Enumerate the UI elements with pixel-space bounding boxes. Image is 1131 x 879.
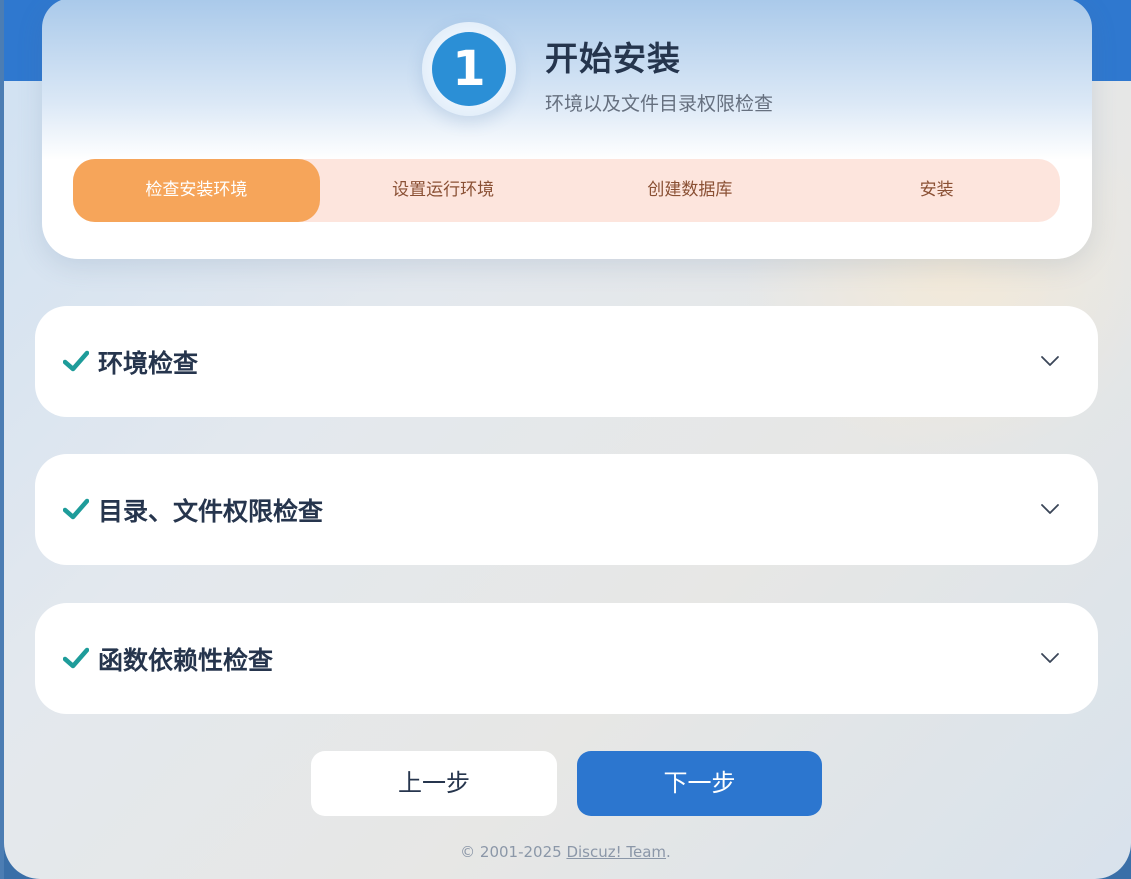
- discuz-team-link[interactable]: Discuz! Team: [566, 843, 666, 861]
- step-check-environment[interactable]: 检查安装环境: [73, 159, 320, 222]
- chevron-down-icon[interactable]: [1040, 499, 1060, 519]
- panel-directory-permission-check[interactable]: 目录、文件权限检查: [35, 454, 1098, 565]
- chevron-down-icon[interactable]: [1040, 351, 1060, 371]
- previous-step-button[interactable]: 上一步: [311, 751, 557, 816]
- panel-function-dependency-check[interactable]: 函数依赖性检查: [35, 603, 1098, 714]
- next-step-button[interactable]: 下一步: [577, 751, 822, 816]
- step-number-badge: 1: [432, 32, 506, 106]
- panel-title: 环境检查: [98, 349, 199, 378]
- copyright-text: © 2001-2025: [460, 843, 567, 861]
- panel-title: 目录、文件权限检查: [98, 497, 324, 526]
- window-edge: [0, 0, 4, 879]
- step-install[interactable]: 安装: [813, 159, 1060, 222]
- check-icon: [63, 498, 89, 520]
- check-icon: [63, 350, 89, 372]
- chevron-down-icon[interactable]: [1040, 648, 1060, 668]
- step-progress-bar: 检查安装环境 设置运行环境 创建数据库 安装: [73, 159, 1060, 222]
- panel-environment-check[interactable]: 环境检查: [35, 306, 1098, 417]
- panel-title: 函数依赖性检查: [98, 646, 274, 675]
- page-subtitle: 环境以及文件目录权限检查: [545, 93, 774, 115]
- check-icon: [63, 647, 89, 669]
- footer-copyright: © 2001-2025 Discuz! Team.: [0, 843, 1131, 861]
- step-set-runtime[interactable]: 设置运行环境: [320, 159, 567, 222]
- page-title: 开始安装: [545, 39, 681, 78]
- step-create-database[interactable]: 创建数据库: [567, 159, 814, 222]
- copyright-suffix: .: [666, 843, 671, 861]
